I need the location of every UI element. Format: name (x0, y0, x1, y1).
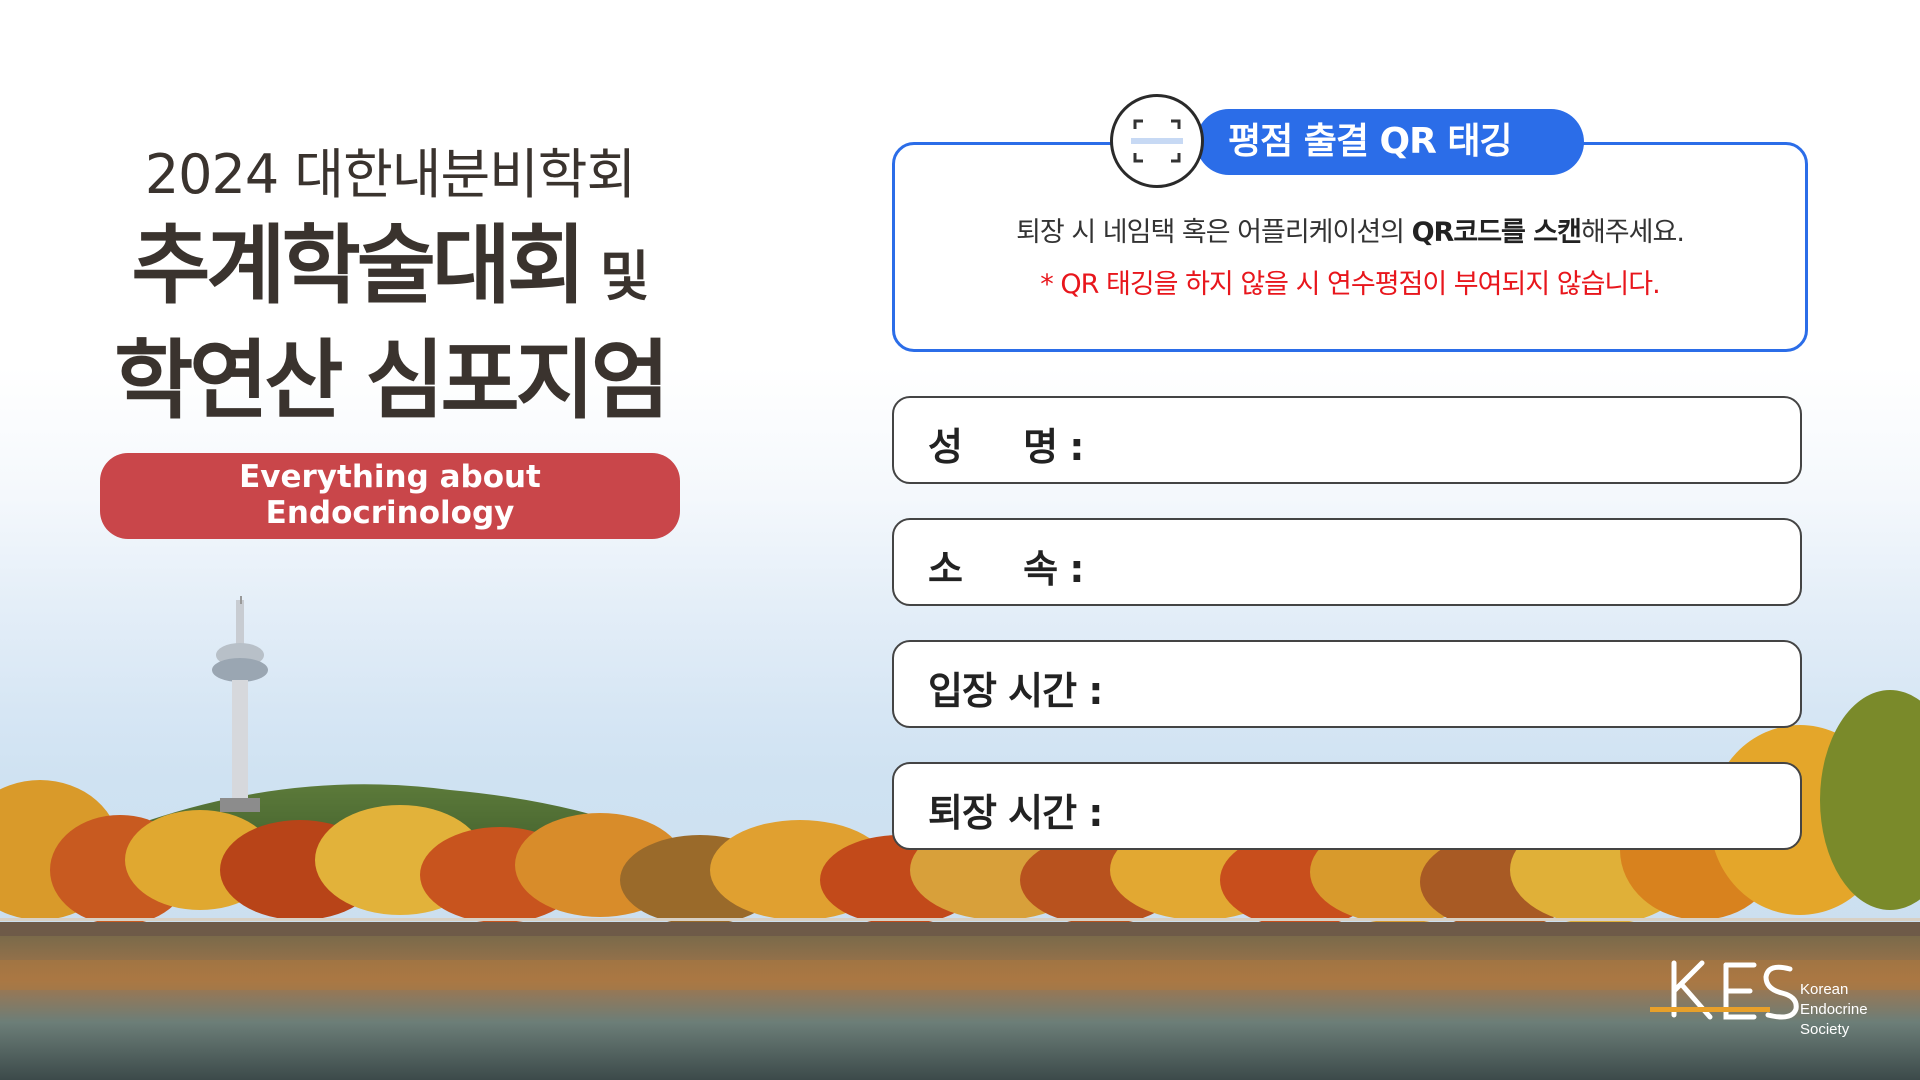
kes-logo-text: Korean Endocrine Society (1800, 980, 1868, 1040)
qr-scan-icon (1110, 94, 1204, 188)
qr-instruction-bold: QR코드를 스캔 (1411, 217, 1582, 248)
subtitle-pill: Everything about Endocrinology (100, 453, 680, 539)
entry-time-field[interactable]: 입장 시간 : (892, 640, 1802, 728)
title-conference-suffix: 및 (582, 245, 650, 308)
name-field-label: 성 명 : (928, 425, 1084, 469)
exit-time-field[interactable]: 퇴장 시간 : (892, 762, 1802, 850)
qr-instruction-post: 해주세요. (1580, 217, 1685, 248)
title-symposium: 학연산 심포지엄 (114, 331, 670, 431)
affiliation-field-label: 소 속 : (928, 547, 1084, 591)
exit-time-field-label: 퇴장 시간 : (928, 791, 1103, 835)
qr-instruction: 퇴장 시 네임택 혹은 어플리케이션의 QR코드를 스캔해주세요. (892, 210, 1808, 249)
logo-text-line-1: Korean (1800, 981, 1849, 998)
entry-time-field-label: 입장 시간 : (928, 669, 1103, 713)
logo-text-line-3: Society (1800, 1021, 1850, 1038)
name-field[interactable]: 성 명 : (892, 396, 1802, 484)
title-conference: 추계학술대회 및 (100, 216, 680, 327)
qr-tab-label: 평점 출결 QR 태깅 (1196, 109, 1584, 175)
title-conference-main: 추계학술대회 (131, 216, 586, 316)
title-year-society: 2024 대한내분비학회 (144, 143, 636, 206)
qr-warning: * QR 태깅을 하지 않을 시 연수평점이 부여되지 않습니다. (1040, 269, 1660, 300)
qr-instruction-pre: 퇴장 시 네임택 혹은 어플리케이션의 (1016, 217, 1412, 248)
event-title-block: 2024 대한내분비학회 추계학술대회 및 학연산 심포지엄 Everythin… (100, 140, 680, 539)
affiliation-field[interactable]: 소 속 : (892, 518, 1802, 606)
logo-text-line-2: Endocrine (1800, 1001, 1868, 1018)
